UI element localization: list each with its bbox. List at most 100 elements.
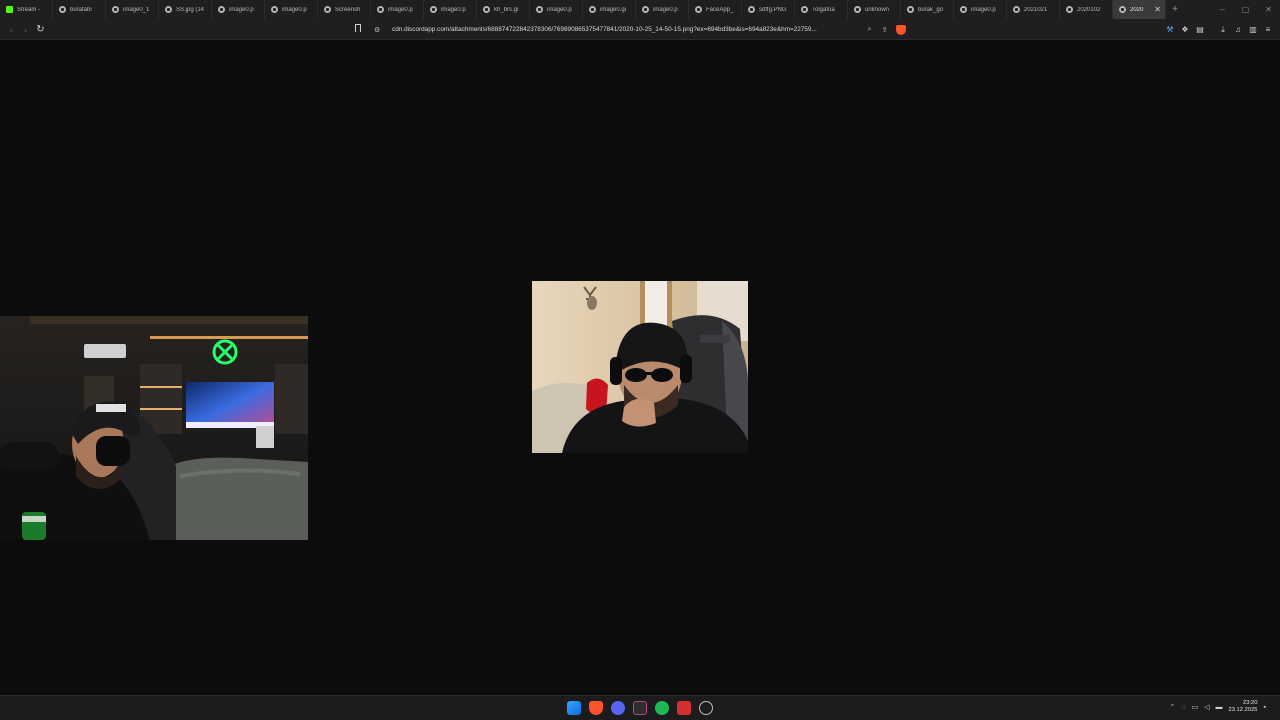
settings-icon[interactable] bbox=[699, 701, 713, 715]
volume-icon[interactable]: ◁ bbox=[1204, 703, 1209, 711]
browser-tab[interactable]: 2021021 bbox=[1007, 0, 1060, 19]
extensions-puzzle-icon[interactable]: ❖ bbox=[1179, 23, 1191, 36]
tab-label: image0.p bbox=[388, 6, 413, 13]
browser-tab[interactable]: unknown bbox=[848, 0, 901, 19]
globe-icon bbox=[324, 6, 331, 13]
displayed-image[interactable] bbox=[532, 281, 748, 453]
tab-label: image0.p bbox=[229, 6, 254, 13]
webcam-overlay bbox=[0, 316, 308, 540]
globe-icon bbox=[271, 6, 278, 13]
calendar-icon[interactable] bbox=[677, 701, 691, 715]
globe-icon bbox=[960, 6, 967, 13]
globe-icon bbox=[377, 6, 384, 13]
brave-browser-icon[interactable] bbox=[589, 701, 603, 715]
wallet-icon[interactable]: ▤ bbox=[1194, 23, 1206, 36]
browser-tab[interactable]: Screensh bbox=[318, 0, 371, 19]
globe-icon bbox=[165, 6, 172, 13]
browser-tab[interactable]: image0.p bbox=[212, 0, 265, 19]
start-icon[interactable] bbox=[567, 701, 581, 715]
terminal-icon[interactable] bbox=[633, 701, 647, 715]
browser-tab[interactable]: image0.p bbox=[636, 0, 689, 19]
network-icon[interactable]: ▭ bbox=[1191, 703, 1198, 711]
globe-icon bbox=[1066, 6, 1073, 13]
browser-tab[interactable]: kh_brs.gi bbox=[477, 0, 530, 19]
browser-toolbar: ‹ › ↻ ⚙ cdn.discordapp.com/attachments/6… bbox=[0, 19, 1280, 40]
tab-label: FaceApp_ bbox=[706, 6, 734, 13]
globe-icon bbox=[589, 6, 596, 13]
tab-label: SS.jpg (14 bbox=[176, 6, 205, 13]
globe-icon bbox=[1013, 6, 1020, 13]
spotify-icon[interactable] bbox=[655, 701, 669, 715]
globe-icon bbox=[907, 6, 914, 13]
close-window-button[interactable]: ✕ bbox=[1257, 0, 1280, 19]
browser-tab[interactable]: Stream - bbox=[0, 0, 53, 19]
webcam-image bbox=[0, 316, 308, 540]
browser-tab[interactable]: image0.p bbox=[371, 0, 424, 19]
notification-icon[interactable]: ▪ bbox=[1264, 704, 1266, 711]
maximize-button[interactable]: ▢ bbox=[1234, 0, 1257, 19]
clock-time: 23:20 bbox=[1243, 700, 1258, 706]
microphone-icon[interactable]: ◌ bbox=[1181, 704, 1185, 711]
globe-icon bbox=[748, 6, 755, 13]
forward-button[interactable]: › bbox=[19, 23, 32, 36]
brave-shield-icon[interactable] bbox=[896, 24, 906, 35]
clock[interactable]: 23:20 23.12.2025 bbox=[1229, 700, 1258, 714]
battery-icon[interactable]: ▬ bbox=[1216, 704, 1223, 711]
discord-icon[interactable] bbox=[611, 701, 625, 715]
browser-tab[interactable]: buratabi bbox=[53, 0, 106, 19]
globe-icon bbox=[536, 6, 543, 13]
menu-icon[interactable]: ≡ bbox=[1262, 23, 1274, 36]
globe-icon bbox=[642, 6, 649, 13]
tab-label: image0.p bbox=[653, 6, 678, 13]
close-tab-icon[interactable]: ✕ bbox=[1154, 5, 1161, 14]
person-photo-image bbox=[532, 281, 748, 453]
tab-label: Screensh bbox=[335, 6, 361, 13]
extension-icon[interactable]: ⚒ bbox=[1164, 23, 1176, 36]
downloads-icon[interactable]: ⤓ bbox=[1217, 23, 1229, 36]
globe-icon bbox=[59, 6, 66, 13]
globe-icon bbox=[218, 6, 225, 13]
sidebar-icon[interactable]: ▥ bbox=[1247, 23, 1259, 36]
new-tab-button[interactable]: + bbox=[1166, 0, 1184, 19]
browser-tab[interactable]: SS.jpg (14 bbox=[159, 0, 212, 19]
tab-strip: Stream - buratabi image0_1 SS.jpg (14 image… bbox=[0, 0, 1280, 19]
browser-tab[interactable]: image0.p bbox=[265, 0, 318, 19]
tab-label: buratabi bbox=[70, 6, 92, 13]
tab-label: 2020 bbox=[1130, 6, 1144, 13]
browser-tab[interactable]: image0_1 bbox=[106, 0, 159, 19]
browser-tab[interactable]: Tolgafoa bbox=[795, 0, 848, 19]
tab-label: kh_brs.gi bbox=[494, 6, 519, 13]
tab-label: image0.p bbox=[441, 6, 466, 13]
browser-tab[interactable]: 2020 ✕ bbox=[1113, 0, 1166, 19]
browser-tab[interactable]: image0.p bbox=[424, 0, 477, 19]
address-bar[interactable]: ⚙ cdn.discordapp.com/attachments/6888747… bbox=[370, 22, 910, 37]
browser-tab[interactable]: 2020102 bbox=[1060, 0, 1113, 19]
bookmark-icon[interactable] bbox=[355, 24, 361, 35]
browser-tab[interactable]: burak_go bbox=[901, 0, 954, 19]
tab-label: sdffg.PNG bbox=[759, 6, 787, 13]
tab-label: unknown bbox=[865, 6, 890, 13]
back-button[interactable]: ‹ bbox=[5, 23, 18, 36]
browser-tab[interactable]: sdffg.PNG bbox=[742, 0, 795, 19]
tray-chevron-icon[interactable]: ⌃ bbox=[1169, 703, 1175, 711]
browser-tab[interactable]: FaceApp_ bbox=[689, 0, 742, 19]
globe-icon bbox=[854, 6, 861, 13]
share-icon[interactable]: ⇪ bbox=[877, 26, 892, 34]
kick-icon bbox=[6, 6, 13, 13]
url-text[interactable]: cdn.discordapp.com/attachments/688874722… bbox=[392, 26, 862, 33]
tab-label: image0.gi bbox=[600, 6, 627, 13]
browser-tab[interactable]: image0.p bbox=[530, 0, 583, 19]
browser-tab[interactable]: image0.gi bbox=[583, 0, 636, 19]
site-settings-icon[interactable]: ⚙ bbox=[374, 26, 383, 34]
reload-button[interactable]: ↻ bbox=[34, 23, 47, 36]
tab-label: Tolgafoa bbox=[812, 6, 835, 13]
tab-label: Stream - bbox=[17, 6, 41, 13]
window-controls: – ▢ ✕ bbox=[1211, 0, 1280, 19]
globe-icon bbox=[430, 6, 437, 13]
tab-label: image0.p bbox=[971, 6, 996, 13]
browser-tab[interactable]: image0.p bbox=[954, 0, 1007, 19]
globe-icon bbox=[801, 6, 808, 13]
zoom-icon[interactable]: ⌕ bbox=[862, 26, 877, 34]
media-icon[interactable]: ♫ bbox=[1232, 23, 1244, 36]
minimize-button[interactable]: – bbox=[1211, 0, 1234, 19]
